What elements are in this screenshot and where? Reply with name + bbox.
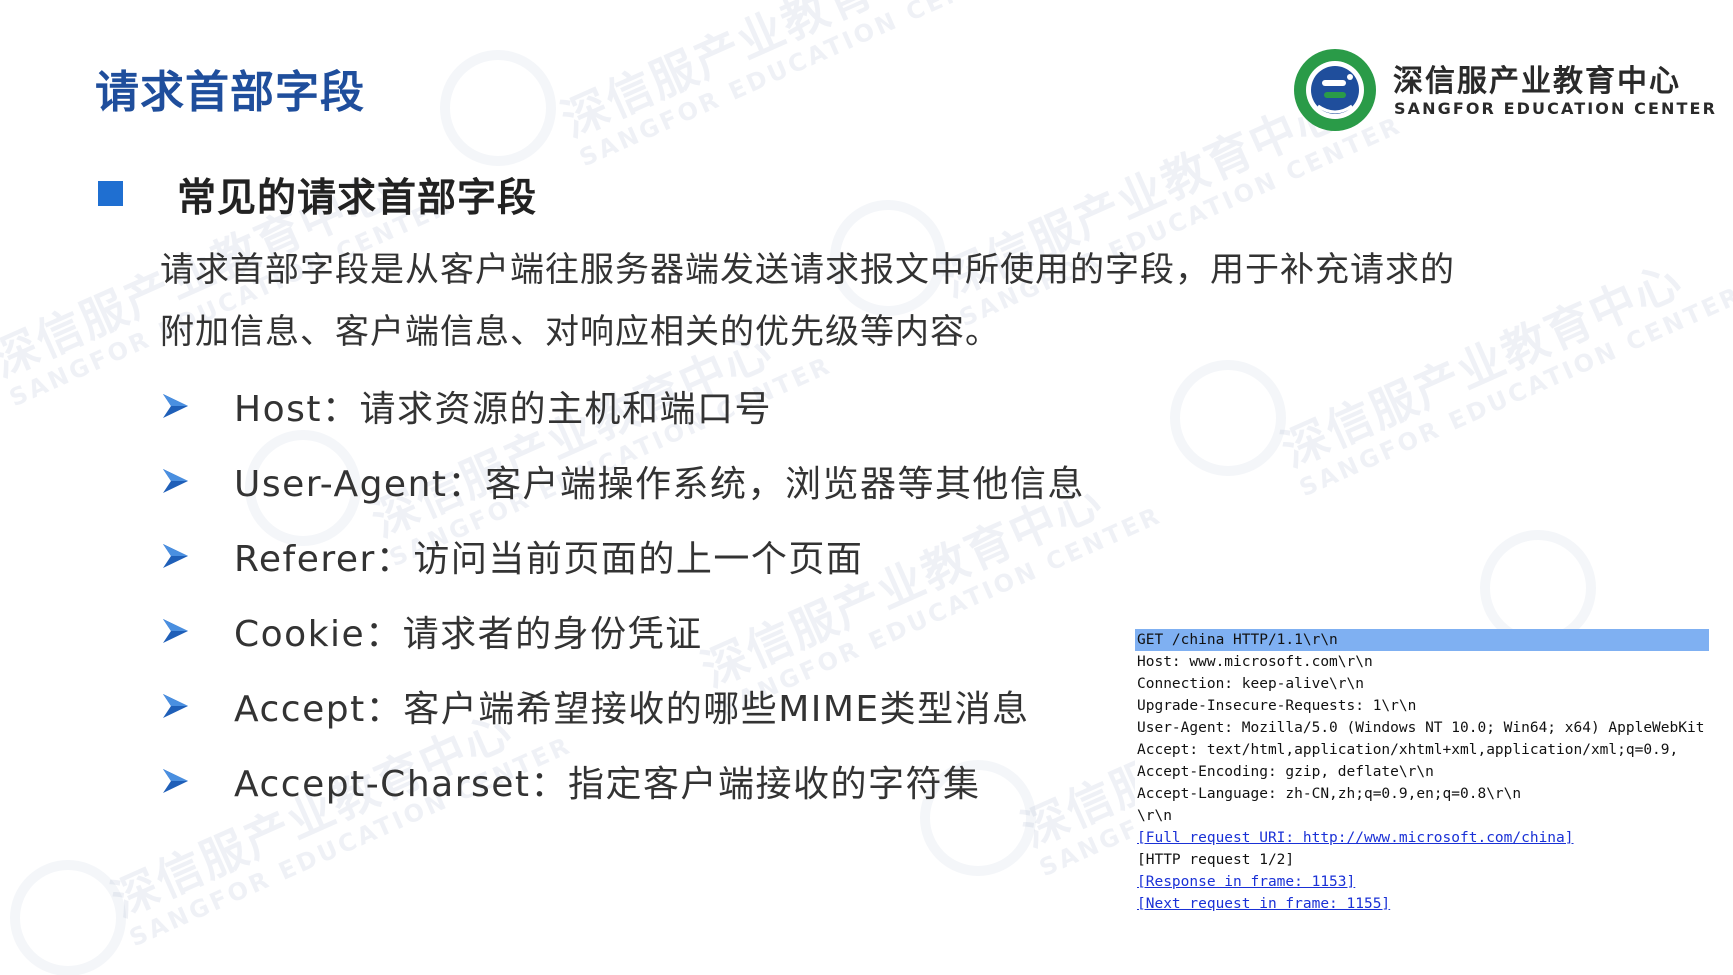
field-description: Accept-Charset：指定客户端接收的字符集: [234, 763, 981, 805]
watermark-logo-icon: [440, 50, 556, 166]
list-item: Referer：访问当前页面的上一个页面: [160, 518, 1085, 593]
logo-english-name: SANGFOR EDUCATION CENTER: [1394, 99, 1717, 118]
list-item: User-Agent：客户端操作系统，浏览器等其他信息: [160, 443, 1085, 518]
sangfor-logo-icon: [1294, 49, 1376, 131]
intro-line: 附加信息、客户端信息、对响应相关的优先级等内容。: [160, 312, 1000, 352]
http-header-line[interactable]: \r\n: [1135, 805, 1709, 827]
watermark-logo-icon: [10, 860, 126, 975]
http-request-panel: GET /china HTTP/1.1\r\n Host: www.micros…: [1135, 629, 1709, 915]
field-description: Cookie：请求者的身份凭证: [234, 613, 703, 655]
square-bullet-icon: [98, 181, 123, 206]
http-header-line[interactable]: Upgrade-Insecure-Requests: 1\r\n: [1135, 695, 1709, 717]
http-request-line[interactable]: GET /china HTTP/1.1\r\n: [1135, 629, 1709, 651]
field-description: Accept：客户端希望接收的哪些MIME类型消息: [234, 688, 1030, 730]
list-item: Cookie：请求者的身份凭证: [160, 593, 1085, 668]
logo-chinese-name: 深信服产业教育中心: [1393, 64, 1681, 99]
sangfor-logo: 深信服产业教育中心 SANGFOR EDUCATION CENTER: [1293, 48, 1715, 134]
next-request-frame-link[interactable]: [Next request in frame: 1155]: [1135, 893, 1709, 915]
list-item: Host：请求资源的主机和端口号: [160, 368, 1085, 443]
arrow-bullet-icon: [163, 393, 188, 418]
http-header-line[interactable]: Connection: keep-alive\r\n: [1135, 673, 1709, 695]
http-header-line[interactable]: User-Agent: Mozilla/5.0 (Windows NT 10.0…: [1135, 717, 1709, 739]
intro-paragraph: 请求首部字段是从客户端往服务器端发送请求报文中所使用的字段，用于补充请求的 附加…: [160, 239, 1640, 363]
arrow-bullet-icon: [163, 543, 188, 568]
intro-line: 请求首部字段是从客户端往服务器端发送请求报文中所使用的字段，用于补充请求的: [160, 250, 1455, 290]
list-item: Accept-Charset：指定客户端接收的字符集: [160, 743, 1085, 818]
field-description: Host：请求资源的主机和端口号: [234, 388, 772, 430]
http-request-count[interactable]: [HTTP request 1/2]: [1135, 849, 1709, 871]
list-item: Accept：客户端希望接收的哪些MIME类型消息: [160, 668, 1085, 743]
response-frame-link[interactable]: [Response in frame: 1153]: [1135, 871, 1709, 893]
arrow-bullet-icon: [163, 693, 188, 718]
section-heading: 常见的请求首部字段: [177, 176, 538, 221]
arrow-bullet-icon: [163, 618, 188, 643]
field-description: User-Agent：客户端操作系统，浏览器等其他信息: [234, 463, 1086, 505]
watermark-logo-icon: [1170, 360, 1286, 476]
http-header-line[interactable]: Accept-Encoding: gzip, deflate\r\n: [1135, 761, 1709, 783]
http-header-line[interactable]: Host: www.microsoft.com\r\n: [1135, 651, 1709, 673]
http-header-line[interactable]: Accept: text/html,application/xhtml+xml,…: [1135, 739, 1709, 761]
full-request-uri-link[interactable]: [Full request URI: http://www.microsoft.…: [1135, 827, 1709, 849]
header-field-list: Host：请求资源的主机和端口号 User-Agent：客户端操作系统，浏览器等…: [160, 368, 1085, 818]
http-header-line[interactable]: Accept-Language: zh-CN,zh;q=0.9,en;q=0.8…: [1135, 783, 1709, 805]
page-title: 请求首部字段: [95, 67, 365, 118]
watermark-text: 深信服产业教育中心SANGFOR EDUCATION CENTER: [553, 0, 1026, 173]
arrow-bullet-icon: [163, 768, 188, 793]
arrow-bullet-icon: [163, 468, 188, 493]
field-description: Referer：访问当前页面的上一个页面: [234, 538, 864, 580]
